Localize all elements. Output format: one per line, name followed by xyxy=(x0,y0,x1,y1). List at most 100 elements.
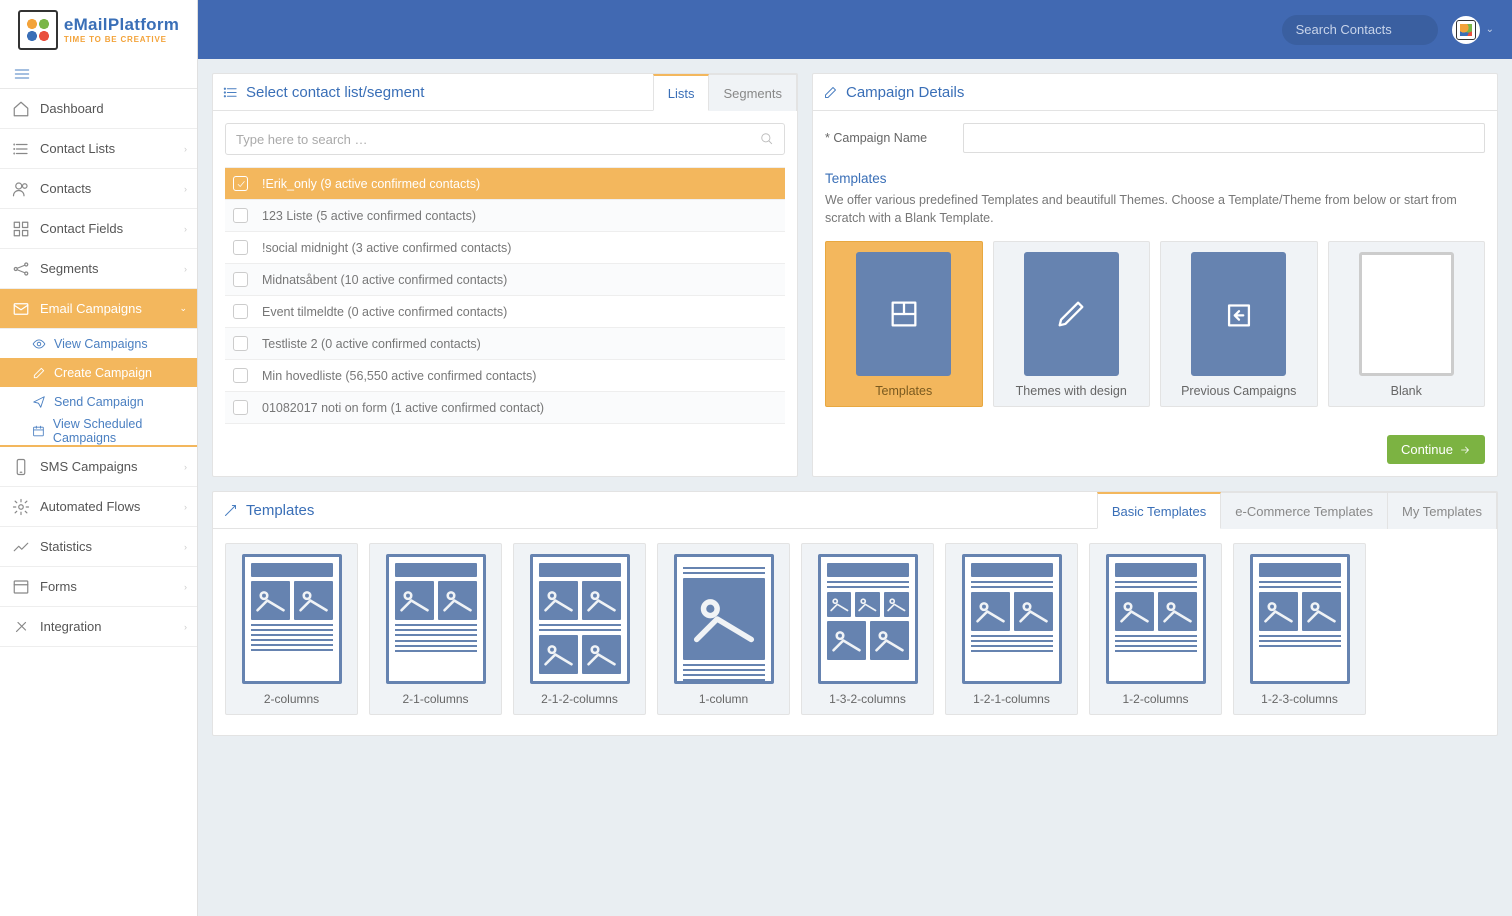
edit-icon xyxy=(32,366,46,380)
logo[interactable]: eMailPlatform TIME TO BE CREATIVE xyxy=(0,0,198,59)
templates-heading: Templates xyxy=(825,171,1485,186)
checkbox[interactable] xyxy=(233,272,248,287)
list-search[interactable] xyxy=(225,123,785,155)
sidebar-sub-label: Create Campaign xyxy=(54,366,152,380)
card-themes[interactable]: Themes with design xyxy=(993,241,1151,407)
sidebar-item-forms[interactable]: Forms › xyxy=(0,567,197,607)
tab-segments[interactable]: Segments xyxy=(709,74,797,111)
list-row[interactable]: Midnatsåbent (10 active confirmed contac… xyxy=(225,264,785,296)
checkbox[interactable] xyxy=(233,208,248,223)
list-row[interactable]: 123 Liste (5 active confirmed contacts) xyxy=(225,200,785,232)
eye-icon xyxy=(32,337,46,351)
panel-title: Templates xyxy=(246,502,314,519)
logo-tagline: TIME TO BE CREATIVE xyxy=(64,35,179,44)
sidebar-item-label: Integration xyxy=(40,619,101,634)
list-row[interactable]: !Erik_only (9 active confirmed contacts) xyxy=(225,168,785,200)
sidebar: Dashboard Contact Lists › Contacts › Con… xyxy=(0,59,198,916)
checkbox[interactable] xyxy=(233,400,248,415)
checkbox[interactable] xyxy=(233,176,248,191)
sidebar-item-label: Contact Fields xyxy=(40,221,123,236)
template-card[interactable]: 2-columns xyxy=(225,543,358,715)
continue-label: Continue xyxy=(1401,442,1453,457)
continue-button[interactable]: Continue xyxy=(1387,435,1485,464)
template-card[interactable]: 1-2-3-columns xyxy=(1233,543,1366,715)
search-icon xyxy=(760,132,774,146)
list-row[interactable]: Event tilmeldte (0 active confirmed cont… xyxy=(225,296,785,328)
mail-icon xyxy=(12,300,30,318)
card-previous[interactable]: Previous Campaigns xyxy=(1160,241,1318,407)
tab-my-templates[interactable]: My Templates xyxy=(1388,492,1497,529)
templates-panel: Templates Basic Templates e-Commerce Tem… xyxy=(212,491,1498,736)
list-row[interactable]: Min hovedliste (56,550 active confirmed … xyxy=(225,360,785,392)
logo-mark xyxy=(18,10,58,50)
users-icon xyxy=(12,180,30,198)
mobile-icon xyxy=(12,458,30,476)
chart-icon xyxy=(12,538,30,556)
tab-lists[interactable]: Lists xyxy=(653,74,710,111)
send-icon xyxy=(32,395,46,409)
tab-ecommerce-templates[interactable]: e-Commerce Templates xyxy=(1221,492,1388,529)
sidebar-sub-label: View Scheduled Campaigns xyxy=(53,417,197,445)
template-thumb xyxy=(242,554,342,684)
sidebar-item-email-campaigns[interactable]: Email Campaigns ⌄ xyxy=(0,289,197,329)
sidebar-sub-view-campaigns[interactable]: View Campaigns xyxy=(0,329,197,358)
sidebar-item-statistics[interactable]: Statistics › xyxy=(0,527,197,567)
sidebar-sub-create-campaign[interactable]: Create Campaign xyxy=(0,358,197,387)
checkbox[interactable] xyxy=(233,304,248,319)
template-card[interactable]: 1-2-1-columns xyxy=(945,543,1078,715)
template-card[interactable]: 1-2-columns xyxy=(1089,543,1222,715)
sidebar-toggle[interactable] xyxy=(0,59,197,89)
card-label: Templates xyxy=(875,384,932,398)
template-label: 2-1-2-columns xyxy=(541,692,618,706)
global-search[interactable] xyxy=(1282,15,1438,45)
sidebar-item-dashboard[interactable]: Dashboard xyxy=(0,89,197,129)
card-blank[interactable]: Blank xyxy=(1328,241,1486,407)
template-label: 2-1-columns xyxy=(402,692,468,706)
layout-icon xyxy=(887,297,921,331)
wand-icon xyxy=(223,503,238,518)
sidebar-item-contact-lists[interactable]: Contact Lists › xyxy=(0,129,197,169)
template-label: 1-2-columns xyxy=(1122,692,1188,706)
user-menu[interactable]: ⌄ xyxy=(1452,16,1494,44)
list-row-label: Midnatsåbent (10 active confirmed contac… xyxy=(262,273,507,287)
search-input[interactable] xyxy=(1296,22,1472,37)
sidebar-item-automated-flows[interactable]: Automated Flows › xyxy=(0,487,197,527)
template-card[interactable]: 1-3-2-columns xyxy=(801,543,934,715)
list-icon xyxy=(223,85,238,100)
list-row-label: !Erik_only (9 active confirmed contacts) xyxy=(262,177,480,191)
checkbox[interactable] xyxy=(233,240,248,255)
panel-title: Select contact list/segment xyxy=(246,84,424,101)
card-templates[interactable]: Templates xyxy=(825,241,983,407)
template-thumb xyxy=(1250,554,1350,684)
sidebar-item-sms-campaigns[interactable]: SMS Campaigns › xyxy=(0,447,197,487)
gear-icon xyxy=(12,498,30,516)
chevron-right-icon: › xyxy=(184,144,187,154)
chevron-right-icon: › xyxy=(184,184,187,194)
chevron-right-icon: › xyxy=(184,224,187,234)
avatar xyxy=(1452,16,1480,44)
sidebar-sub-send-campaign[interactable]: Send Campaign xyxy=(0,387,197,416)
sidebar-item-contact-fields[interactable]: Contact Fields › xyxy=(0,209,197,249)
list-row[interactable]: 01082017 noti on form (1 active confirme… xyxy=(225,392,785,424)
list-row[interactable]: !social midnight (3 active confirmed con… xyxy=(225,232,785,264)
list-row[interactable]: Testliste 2 (0 active confirmed contacts… xyxy=(225,328,785,360)
checkbox[interactable] xyxy=(233,368,248,383)
list-row-label: !social midnight (3 active confirmed con… xyxy=(262,241,511,255)
template-label: 1-3-2-columns xyxy=(829,692,906,706)
tab-basic-templates[interactable]: Basic Templates xyxy=(1097,492,1221,529)
template-card[interactable]: 1-column xyxy=(657,543,790,715)
template-card[interactable]: 2-1-2-columns xyxy=(513,543,646,715)
campaign-details-panel: Campaign Details * Campaign Name Templat… xyxy=(812,73,1498,477)
sidebar-sub-view-scheduled[interactable]: View Scheduled Campaigns xyxy=(0,416,197,445)
checkbox[interactable] xyxy=(233,336,248,351)
panel-title: Campaign Details xyxy=(846,84,964,101)
pen-icon xyxy=(1054,297,1088,331)
list-search-input[interactable] xyxy=(236,132,760,147)
sidebar-item-contacts[interactable]: Contacts › xyxy=(0,169,197,209)
sidebar-item-segments[interactable]: Segments › xyxy=(0,249,197,289)
sidebar-item-integration[interactable]: Integration › xyxy=(0,607,197,647)
template-card[interactable]: 2-1-columns xyxy=(369,543,502,715)
chevron-right-icon: › xyxy=(184,462,187,472)
list-row-label: 123 Liste (5 active confirmed contacts) xyxy=(262,209,476,223)
campaign-name-input[interactable] xyxy=(963,123,1485,153)
